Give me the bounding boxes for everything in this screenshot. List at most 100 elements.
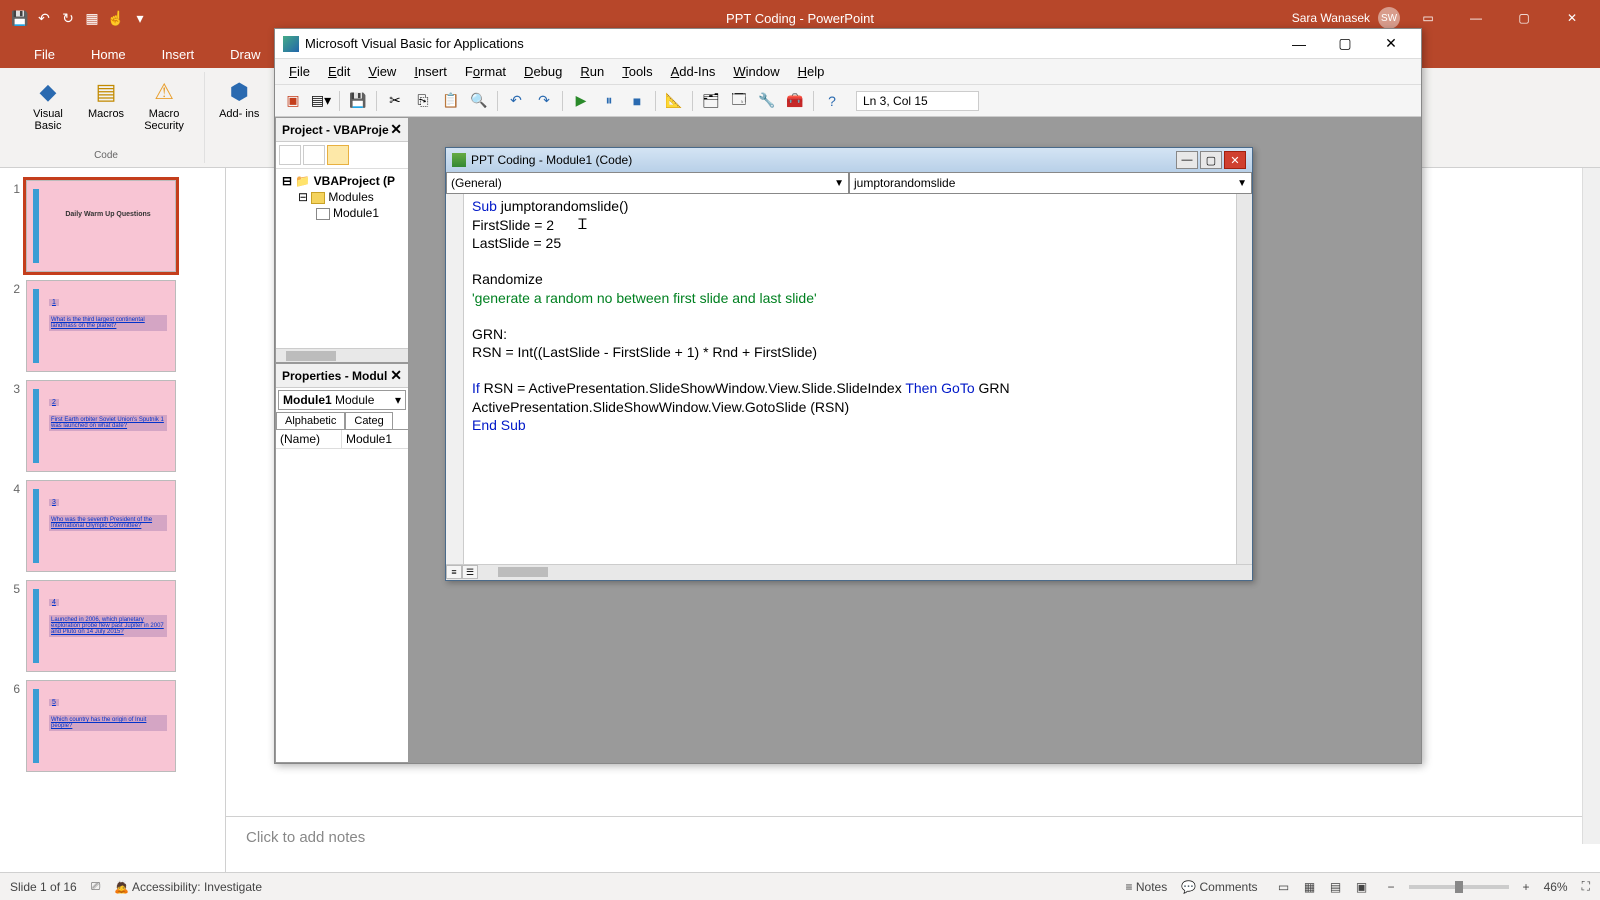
slideshow-icon[interactable]: ▦ [84, 10, 100, 26]
menu-file[interactable]: File [281, 61, 318, 82]
main-vertical-scrollbar[interactable] [1582, 168, 1600, 844]
menu-tools[interactable]: Tools [614, 61, 660, 82]
object-browser-icon[interactable]: 🔧 [755, 89, 779, 113]
menu-insert[interactable]: Insert [406, 61, 455, 82]
zoom-in-icon[interactable]: + [1523, 880, 1530, 894]
props-tab-alphabetic[interactable]: Alphabetic [276, 412, 345, 429]
macros-button[interactable]: ▤Macros [84, 76, 128, 122]
menu-debug[interactable]: Debug [516, 61, 570, 82]
view-code-icon[interactable] [279, 145, 301, 165]
accessibility-status[interactable]: 🙇 Accessibility: Investigate [114, 880, 262, 894]
code-editor[interactable]: Sub jumptorandomslide() FirstSlide = 2Ꮖ … [464, 194, 1236, 564]
tab-home[interactable]: Home [73, 41, 144, 68]
vba-maximize-icon[interactable]: ▢ [1323, 30, 1367, 58]
menu-edit[interactable]: Edit [320, 61, 358, 82]
code-close-icon[interactable]: ✕ [1224, 151, 1246, 169]
zoom-slider[interactable] [1409, 885, 1509, 889]
slideshow-view-icon[interactable]: ▣ [1350, 877, 1374, 897]
code-vscroll[interactable] [1236, 194, 1252, 564]
slide-thumb[interactable]: 6 5Which country has the origin of Inuit… [0, 676, 225, 776]
props-object-combo[interactable]: Module1 Module▾ [278, 390, 406, 410]
vba-title-bar[interactable]: Microsoft Visual Basic for Applications … [275, 29, 1421, 59]
slide-thumb[interactable]: 1 Daily Warm Up Questions [0, 176, 225, 276]
comments-button[interactable]: 💬 Comments [1181, 880, 1257, 894]
macro-security-button[interactable]: ⚠Macro Security [134, 76, 194, 134]
paste-icon[interactable]: 📋 [439, 89, 463, 113]
code-title-bar[interactable]: PPT Coding - Module1 (Code) — ▢ ✕ [446, 148, 1252, 172]
menu-view[interactable]: View [360, 61, 404, 82]
touch-icon[interactable]: ☝ [108, 10, 124, 26]
menu-addins[interactable]: Add-Ins [663, 61, 724, 82]
full-view-icon[interactable]: ☰ [462, 565, 478, 579]
minimize-icon[interactable]: — [1456, 0, 1496, 36]
insert-module-icon[interactable]: ▤▾ [309, 89, 333, 113]
user-name[interactable]: Sara Wanasek [1292, 11, 1370, 25]
close-icon[interactable]: ✕ [1552, 0, 1592, 36]
menu-window[interactable]: Window [725, 61, 787, 82]
menu-run[interactable]: Run [572, 61, 612, 82]
qat-more-icon[interactable]: ▾ [132, 10, 148, 26]
object-combo[interactable]: (General)▼ [446, 172, 849, 194]
visual-basic-button[interactable]: ◆Visual Basic [18, 76, 78, 134]
slide-thumb[interactable]: 4 3Who was the seventh President of the … [0, 476, 225, 576]
cut-icon[interactable]: ✂ [383, 89, 407, 113]
help-icon[interactable]: ? [820, 89, 844, 113]
quick-access-toolbar: 💾 ↶ ↻ ▦ ☝ ▾ [0, 10, 148, 26]
zoom-out-icon[interactable]: − [1388, 880, 1395, 894]
language-icon[interactable]: ⎚ [91, 879, 101, 894]
slide-thumb[interactable]: 3 2First Earth orbiter Soviet Union's Sp… [0, 376, 225, 476]
notes-pane[interactable]: Click to add notes [226, 816, 1600, 872]
save-icon[interactable]: 💾 [12, 10, 28, 26]
fit-icon[interactable]: ⛶ [1582, 879, 1590, 894]
slide-counter[interactable]: Slide 1 of 16 [10, 880, 77, 894]
vba-minimize-icon[interactable]: — [1277, 30, 1321, 58]
reading-view-icon[interactable]: ▤ [1324, 877, 1348, 897]
run-icon[interactable]: ▶ [569, 89, 593, 113]
tab-insert[interactable]: Insert [144, 41, 213, 68]
user-avatar[interactable]: SW [1378, 7, 1400, 29]
design-icon[interactable]: 📐 [662, 89, 686, 113]
panel-close-icon[interactable]: ✕ [390, 367, 402, 384]
undo-icon[interactable]: ↶ [504, 89, 528, 113]
slide-thumb[interactable]: 5 4Launched in 2006, which planetary exp… [0, 576, 225, 676]
toggle-folders-icon[interactable] [327, 145, 349, 165]
reset-icon[interactable]: ■ [625, 89, 649, 113]
sorter-view-icon[interactable]: ▦ [1298, 877, 1322, 897]
code-margin[interactable] [446, 194, 464, 564]
toolbox-icon[interactable]: 🧰 [783, 89, 807, 113]
properties-icon[interactable]: 🗔 [727, 89, 751, 113]
code-hscroll[interactable] [478, 565, 1252, 580]
code-minimize-icon[interactable]: — [1176, 151, 1198, 169]
undo-icon[interactable]: ↶ [36, 10, 52, 26]
vba-close-icon[interactable]: ✕ [1369, 30, 1413, 58]
maximize-icon[interactable]: ▢ [1504, 0, 1544, 36]
props-tab-categorized[interactable]: Categ [345, 412, 392, 429]
tab-draw[interactable]: Draw [212, 41, 278, 68]
props-grid[interactable]: (Name)Module1 [276, 430, 408, 762]
project-tree[interactable]: ⊟ 📁 VBAProject (P ⊟ Modules Module1 [276, 169, 408, 348]
project-hscroll[interactable] [276, 348, 408, 362]
copy-icon[interactable]: ⎘ [411, 89, 435, 113]
addins-button[interactable]: ⬢Add- ins [215, 76, 263, 122]
menu-help[interactable]: Help [790, 61, 833, 82]
slide-thumb[interactable]: 2 1What is the third largest continental… [0, 276, 225, 376]
code-maximize-icon[interactable]: ▢ [1200, 151, 1222, 169]
menu-format[interactable]: Format [457, 61, 514, 82]
panel-close-icon[interactable]: ✕ [390, 121, 402, 138]
find-icon[interactable]: 🔍 [467, 89, 491, 113]
redo-icon[interactable]: ↻ [60, 10, 76, 26]
tab-file[interactable]: File [16, 41, 73, 68]
proc-view-icon[interactable]: ≡ [446, 565, 462, 579]
view-ppt-icon[interactable]: ▣ [281, 89, 305, 113]
slide-thumbnail-panel[interactable]: 1 Daily Warm Up Questions 2 1What is the… [0, 168, 226, 872]
notes-button[interactable]: ≡ Notes [1126, 880, 1168, 894]
break-icon[interactable]: ⏸ [597, 89, 621, 113]
project-explorer-icon[interactable]: 🗂 [699, 89, 723, 113]
save-icon[interactable]: 💾 [346, 89, 370, 113]
vb-icon: ◆ [34, 78, 62, 106]
zoom-level[interactable]: 46% [1544, 880, 1568, 894]
view-object-icon[interactable] [303, 145, 325, 165]
normal-view-icon[interactable]: ▭ [1272, 877, 1296, 897]
redo-icon[interactable]: ↷ [532, 89, 556, 113]
procedure-combo[interactable]: jumptorandomslide▼ [849, 172, 1252, 194]
